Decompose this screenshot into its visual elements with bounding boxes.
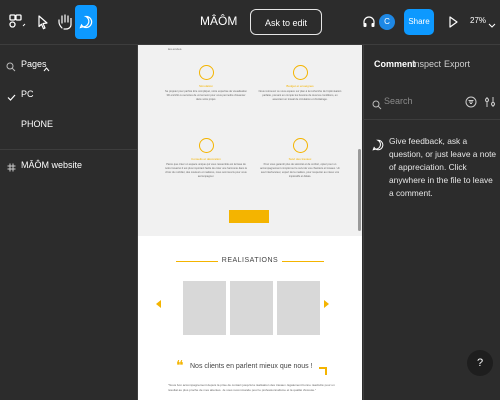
feature-text: Nous retrouvez ce vous espace sur plan à… bbox=[258, 90, 342, 101]
works-followup-icon bbox=[293, 138, 308, 153]
gallery-image-placeholder bbox=[230, 281, 273, 335]
page-item-pc[interactable]: PC bbox=[21, 89, 34, 99]
page-item-phone[interactable]: PHONE bbox=[21, 119, 53, 129]
left-sidebar: Pages PC PHONE MÂÔM website bbox=[0, 45, 138, 400]
settings-sliders-icon[interactable] bbox=[484, 95, 496, 113]
feature-title: Conseils et décoration bbox=[191, 157, 221, 161]
search-icon bbox=[372, 97, 382, 115]
tab-comment[interactable]: Comment bbox=[374, 59, 416, 69]
gallery-prev-icon bbox=[156, 300, 161, 308]
services-section: les envies. Simulation Se projeter pour … bbox=[138, 45, 362, 236]
document-title[interactable]: MÂÔM bbox=[200, 14, 237, 28]
canvas-scrollbar[interactable] bbox=[358, 149, 361, 231]
gallery-next-icon bbox=[324, 300, 329, 308]
comment-bubble-icon bbox=[372, 138, 384, 156]
tab-inspect[interactable]: Inspect bbox=[412, 59, 441, 69]
frame-hash-icon bbox=[7, 159, 16, 177]
quote-corner-decoration bbox=[319, 367, 327, 375]
divider bbox=[0, 149, 137, 150]
quote-icon: ❝ bbox=[176, 359, 184, 374]
comment-search-input[interactable]: Search bbox=[384, 96, 413, 106]
gallery-image-placeholder bbox=[277, 281, 320, 335]
divider bbox=[282, 261, 324, 262]
testimonial-text: "Nous bon accompagnement depuis la prise… bbox=[168, 383, 335, 392]
simulation-icon bbox=[199, 65, 214, 80]
right-sidebar: Comment Inspect Export Search Give feedb… bbox=[363, 45, 500, 400]
gallery-image-placeholder bbox=[183, 281, 226, 335]
testimonials-heading: Nos clients en parlent mieux que nous ! bbox=[190, 363, 313, 370]
chevron-up-icon[interactable] bbox=[43, 60, 50, 78]
main-menu-icon[interactable] bbox=[4, 8, 30, 36]
text-fragment: les envies. bbox=[168, 47, 183, 51]
present-play-icon[interactable] bbox=[440, 8, 466, 36]
comments-empty-state: Give feedback, ask a question, or just l… bbox=[389, 136, 497, 198]
toolbar: MÂÔM Ask to edit C Share 27% bbox=[0, 0, 500, 45]
cta-button bbox=[229, 210, 269, 223]
share-button[interactable]: Share bbox=[404, 9, 434, 35]
feature-text: Se projeter pour parfois être compliqué,… bbox=[165, 90, 247, 101]
help-button[interactable]: ? bbox=[467, 350, 493, 376]
divider bbox=[364, 119, 500, 120]
checkmark-icon bbox=[7, 89, 16, 107]
feature-title: Budget et enseignes bbox=[286, 84, 314, 88]
feature-title: Suivi des travaux bbox=[288, 157, 312, 161]
tab-export[interactable]: Export bbox=[444, 59, 470, 69]
comment-tool-icon[interactable] bbox=[75, 5, 97, 39]
realisations-heading: REALISATIONS bbox=[221, 257, 279, 264]
budget-icon bbox=[293, 65, 308, 80]
chevron-down-icon[interactable] bbox=[488, 16, 496, 34]
filter-list-icon[interactable] bbox=[465, 95, 477, 113]
feature-text: Pour vous garantir plus de sérénité et d… bbox=[260, 163, 340, 178]
decoration-icon bbox=[199, 138, 214, 153]
zoom-level[interactable]: 27% bbox=[470, 16, 486, 25]
feature-title: Simulation bbox=[198, 84, 213, 88]
search-pages-icon[interactable] bbox=[6, 59, 16, 77]
ask-to-edit-button[interactable]: Ask to edit bbox=[250, 9, 322, 35]
feature-text: Parce que créer un espace unique qui vou… bbox=[164, 163, 248, 178]
layer-frame-website[interactable]: MÂÔM website bbox=[21, 160, 82, 170]
design-canvas[interactable]: les envies. Simulation Se projeter pour … bbox=[138, 45, 362, 400]
user-avatar[interactable]: C bbox=[379, 14, 395, 30]
